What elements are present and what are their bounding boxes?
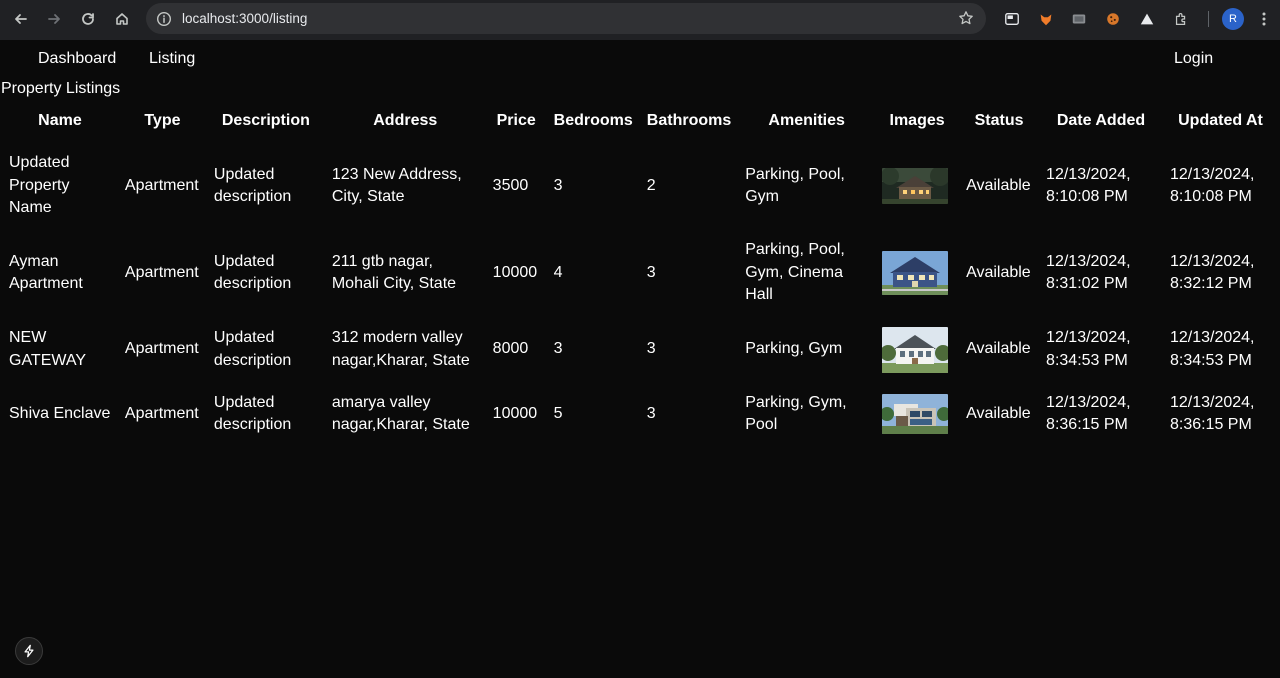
cell-address: 312 modern valley nagar,Kharar, State — [331, 329, 470, 369]
cell-updated-at: 12/13/2024, 8:10:08 PM — [1169, 165, 1255, 206]
cell-image — [875, 139, 959, 233]
bookmark-star-icon[interactable] — [958, 10, 974, 26]
cell-updated-at: 12/13/2024, 8:36:15 PM — [1169, 393, 1255, 434]
cell-bathrooms: 3 — [646, 263, 656, 281]
listings-table: Name Type Description Address Price Bedr… — [2, 103, 1278, 442]
header-date-added: Date Added — [1056, 112, 1146, 129]
reload-button[interactable] — [74, 5, 102, 33]
cell-address: 211 gtb nagar, Mohali City, State — [331, 252, 457, 293]
cell-bedrooms: 3 — [553, 176, 563, 194]
cell-name: Shiva Enclave — [9, 404, 111, 422]
cell-bathrooms: 3 — [646, 404, 656, 422]
cell-date-added: 12/13/2024, 8:10:08 PM — [1046, 165, 1131, 206]
cell-price: 10000 — [492, 404, 538, 422]
cell-type: Apartment — [124, 176, 199, 194]
cell-amenities: Parking, Gym, Pool — [745, 393, 847, 434]
header-name: Name — [38, 112, 82, 129]
modern-house-photo — [882, 394, 949, 434]
fox-extension-icon[interactable] — [1037, 10, 1055, 28]
cell-bedrooms: 4 — [553, 263, 563, 281]
nav-listing-link[interactable]: Listing — [149, 50, 195, 68]
cell-updated-at: 12/13/2024, 8:34:53 PM — [1169, 329, 1255, 369]
cell-address: amarya valley nagar,Kharar, State — [331, 393, 470, 434]
cell-updated-at: 12/13/2024, 8:32:12 PM — [1169, 252, 1255, 293]
cell-name: NEW GATEWAY — [9, 329, 87, 369]
table-row: Updated Property Name Apartment Updated … — [2, 139, 1278, 233]
browser-toolbar: localhost:3000/listing R — [0, 0, 1280, 40]
cookie-extension-icon[interactable] — [1104, 10, 1122, 28]
header-amenities: Amenities — [768, 112, 845, 129]
cell-price: 10000 — [492, 263, 538, 281]
nav-login-link[interactable]: Login — [1174, 50, 1213, 68]
cell-name: Ayman Apartment — [9, 252, 83, 293]
address-bar[interactable]: localhost:3000/listing — [146, 3, 986, 34]
cell-price: 8000 — [492, 340, 529, 358]
header-address: Address — [373, 112, 438, 129]
home-icon — [116, 13, 128, 25]
reload-icon — [82, 13, 94, 25]
white-house-photo — [882, 326, 949, 373]
page-title: Property Listings — [1, 80, 121, 97]
forward-arrow-icon — [48, 14, 60, 24]
home-button[interactable] — [108, 5, 136, 33]
lightning-bolt-icon — [24, 644, 34, 658]
cell-amenities: Parking, Pool, Gym — [745, 165, 845, 206]
cell-image — [875, 386, 959, 442]
header-bedrooms: Bedrooms — [553, 112, 633, 129]
url-text: localhost:3000/listing — [182, 11, 308, 26]
back-arrow-icon — [15, 14, 27, 24]
cell-type: Apartment — [124, 404, 199, 422]
more-menu-icon[interactable] — [1256, 10, 1272, 28]
cell-bedrooms: 5 — [553, 404, 563, 422]
cell-date-added: 12/13/2024, 8:34:53 PM — [1046, 329, 1131, 369]
profile-avatar[interactable]: R — [1222, 8, 1244, 30]
header-images: Images — [889, 112, 945, 129]
cell-type: Apartment — [124, 340, 199, 358]
cell-type: Apartment — [124, 263, 199, 281]
cell-amenities: Parking, Gym — [745, 340, 843, 358]
cell-status: Available — [966, 263, 1031, 281]
cell-bedrooms: 3 — [553, 340, 563, 358]
cell-status: Available — [966, 176, 1031, 194]
cell-bathrooms: 3 — [646, 340, 656, 358]
cell-image — [875, 233, 959, 313]
header-bathrooms: Bathrooms — [646, 112, 732, 129]
cell-status: Available — [966, 404, 1031, 422]
table-row: NEW GATEWAY Apartment Updated descriptio… — [2, 313, 1278, 386]
cell-price: 3500 — [492, 176, 529, 194]
dev-tools-button[interactable] — [15, 637, 43, 665]
sidebar-extension-icon[interactable] — [1003, 10, 1021, 28]
header-price: Price — [496, 112, 536, 129]
cell-address: 123 New Address, City, State — [331, 165, 462, 206]
cell-image — [875, 313, 959, 386]
header-description: Description — [221, 112, 310, 129]
back-button[interactable] — [7, 5, 35, 33]
app-navbar: Dashboard Listing Login — [0, 40, 1280, 76]
blue-house-photo — [882, 251, 949, 295]
triangle-extension-icon[interactable] — [1138, 10, 1156, 28]
header-type: Type — [144, 112, 181, 129]
toolbar-separator — [1208, 11, 1209, 27]
forward-button[interactable] — [40, 5, 68, 33]
tab-groups-extension-icon[interactable] — [1070, 10, 1088, 28]
cell-description: Updated description — [213, 393, 292, 434]
cell-amenities: Parking, Pool, Gym, Cinema Hall — [745, 241, 845, 304]
nav-dashboard-link[interactable]: Dashboard — [38, 50, 116, 68]
cell-bathrooms: 2 — [646, 176, 656, 194]
cell-date-added: 12/13/2024, 8:36:15 PM — [1046, 393, 1131, 434]
table-header-row: Name Type Description Address Price Bedr… — [2, 103, 1278, 139]
header-status: Status — [974, 112, 1024, 129]
cell-description: Updated description — [213, 252, 292, 293]
cell-date-added: 12/13/2024, 8:31:02 PM — [1046, 252, 1131, 293]
puzzle-extensions-icon[interactable] — [1172, 10, 1190, 28]
cell-description: Updated description — [213, 329, 292, 369]
table-row: Ayman Apartment Apartment Updated descri… — [2, 233, 1278, 313]
house-night-photo — [882, 168, 949, 204]
cell-status: Available — [966, 340, 1031, 358]
cell-description: Updated description — [213, 165, 292, 206]
cell-name: Updated Property Name — [9, 154, 70, 217]
table-row: Shiva Enclave Apartment Updated descript… — [2, 386, 1278, 442]
header-updated-at: Updated At — [1178, 112, 1263, 129]
site-info-icon[interactable] — [156, 11, 172, 27]
